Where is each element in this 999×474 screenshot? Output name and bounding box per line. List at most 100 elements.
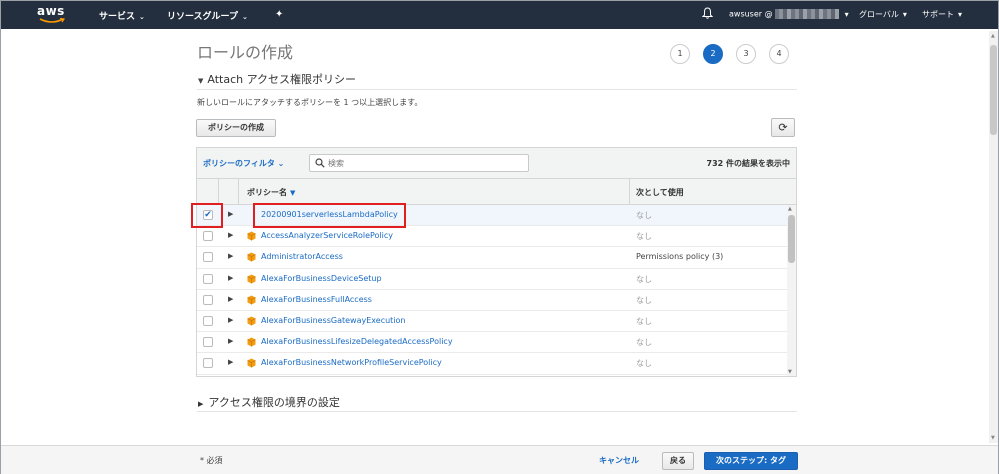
expand-row-icon[interactable]: ▶ bbox=[228, 210, 233, 218]
row-checkbox[interactable] bbox=[203, 315, 213, 326]
column-header-used-as[interactable]: 次として使用 bbox=[636, 187, 684, 198]
top-nav-bar: aws サービス ⌄ リソースグループ ⌄ ✦ awsuser @ ▾ グローバル ▾ … bbox=[1, 1, 998, 29]
back-button[interactable]: 戻る bbox=[662, 452, 694, 470]
expand-row-icon[interactable]: ▶ bbox=[228, 295, 233, 303]
chevron-down-icon: ⌄ bbox=[139, 13, 145, 21]
pin-icon[interactable]: ✦ bbox=[275, 9, 283, 20]
refresh-button[interactable]: ⟳ bbox=[771, 118, 795, 137]
table-row[interactable]: ▶ AccessAnalyzerServiceRolePolicy なし bbox=[197, 226, 787, 248]
column-label: ポリシー名 bbox=[247, 188, 287, 197]
scroll-thumb[interactable] bbox=[788, 215, 795, 263]
aws-managed-policy-icon bbox=[247, 274, 256, 284]
create-policy-button[interactable]: ポリシーの作成 bbox=[196, 119, 276, 137]
table-scrollbar[interactable]: ▲ ▼ bbox=[787, 205, 796, 376]
policy-table: ポリシーのフィルタ ⌄ 732 件の結果を表示中 ポリシー名▼ 次として使用 ✔… bbox=[196, 147, 797, 377]
permissions-boundary-section[interactable]: ▶ アクセス権限の境界の設定 bbox=[198, 394, 340, 410]
table-toolbar: ポリシーのフィルタ ⌄ 732 件の結果を表示中 bbox=[197, 148, 796, 179]
expand-row-icon[interactable]: ▶ bbox=[228, 252, 233, 260]
table-row[interactable]: ▶ AlexaForBusinessLifesizeDelegatedAccess… bbox=[197, 332, 787, 354]
chevron-down-icon: ⌄ bbox=[242, 13, 248, 21]
scroll-thumb[interactable] bbox=[990, 45, 997, 135]
column-header-policy-name[interactable]: ポリシー名 ▼ bbox=[247, 187, 295, 198]
step-3[interactable]: 3 bbox=[736, 44, 756, 64]
expand-row-icon[interactable]: ▶ bbox=[228, 337, 233, 345]
policy-usage: なし bbox=[636, 211, 652, 220]
chevron-down-icon: ⌄ bbox=[277, 159, 285, 168]
caret-right-icon: ▶ bbox=[198, 400, 204, 408]
section-title: Attach アクセス権限ポリシー bbox=[207, 73, 357, 86]
next-step-tags-button[interactable]: 次のステップ: タグ bbox=[704, 452, 798, 470]
aws-managed-policy-icon bbox=[247, 316, 256, 326]
policy-usage: なし bbox=[636, 359, 652, 369]
account-menu[interactable]: awsuser @ ▾ bbox=[729, 9, 849, 19]
highlight-policy-name bbox=[253, 203, 406, 228]
table-row[interactable]: ▶ AlexaForBusinessFullAccess なし bbox=[197, 289, 787, 311]
search-box[interactable] bbox=[309, 154, 529, 172]
table-row[interactable]: ▶ AlexaForBusinessNetworkProfileServicePo… bbox=[197, 353, 787, 375]
scroll-down-icon[interactable]: ▼ bbox=[788, 369, 792, 375]
table-row[interactable]: ▶ AlexaForBusinessGatewayExecution なし bbox=[197, 310, 787, 333]
bell-icon[interactable] bbox=[701, 7, 714, 22]
resource-groups-menu[interactable]: リソースグループ ⌄ bbox=[167, 9, 248, 22]
services-menu[interactable]: サービス ⌄ bbox=[99, 9, 145, 22]
divider bbox=[197, 411, 797, 412]
aws-managed-policy-icon bbox=[247, 231, 256, 241]
table-body: ✔ ▶ 20200901serverlessLambdaPolicy なし ▶ Acces… bbox=[197, 205, 787, 376]
required-note: * 必須 bbox=[200, 456, 223, 465]
policy-usage: なし bbox=[636, 338, 652, 348]
aws-logo[interactable]: aws bbox=[37, 4, 67, 26]
column-divider bbox=[629, 179, 630, 205]
header-select-cell bbox=[197, 179, 219, 205]
policy-name-link[interactable]: AlexaForBusinessNetworkProfileServicePol… bbox=[261, 358, 442, 367]
page-scrollbar[interactable]: ▲ ▼ bbox=[989, 31, 998, 443]
table-row[interactable]: ▶ AlexaForBusinessDeviceSetup なし bbox=[197, 268, 787, 290]
aws-managed-policy-icon bbox=[247, 295, 256, 305]
row-checkbox[interactable] bbox=[203, 337, 213, 348]
policy-usage: なし bbox=[636, 232, 652, 242]
step-4[interactable]: 4 bbox=[769, 44, 789, 64]
scroll-down-icon[interactable]: ▼ bbox=[991, 435, 995, 441]
table-row[interactable]: ▶ AdministratorAccess Permissions policy (… bbox=[197, 247, 787, 269]
attach-policy-section-header[interactable]: ▼ Attach アクセス権限ポリシー bbox=[198, 71, 356, 87]
policy-filter-dropdown[interactable]: ポリシーのフィルタ ⌄ bbox=[203, 158, 284, 169]
policy-usage: なし bbox=[636, 316, 652, 326]
policy-name-link[interactable]: AlexaForBusinessFullAccess bbox=[261, 295, 372, 304]
policy-name-link[interactable]: AlexaForBusinessDeviceSetup bbox=[261, 274, 382, 283]
support-label: サポート bbox=[922, 10, 954, 19]
scroll-up-icon[interactable]: ▲ bbox=[788, 206, 792, 212]
policy-name-link[interactable]: AlexaForBusinessLifesizeDelegatedAccessP… bbox=[261, 337, 453, 346]
policy-name-link[interactable]: AccessAnalyzerServiceRolePolicy bbox=[261, 231, 393, 240]
scroll-up-icon[interactable]: ▲ bbox=[991, 33, 995, 39]
account-username: awsuser @ bbox=[729, 9, 773, 19]
row-checkbox[interactable] bbox=[203, 273, 213, 284]
highlight-checkbox bbox=[191, 203, 223, 228]
expand-row-icon[interactable]: ▶ bbox=[228, 316, 233, 324]
region-menu[interactable]: グローバル ▾ bbox=[859, 9, 907, 20]
cancel-link[interactable]: キャンセル bbox=[599, 455, 639, 466]
search-input[interactable] bbox=[328, 157, 523, 169]
row-checkbox[interactable] bbox=[203, 294, 213, 305]
expand-row-icon[interactable]: ▶ bbox=[228, 274, 233, 282]
caret-down-icon: ▼ bbox=[198, 77, 204, 85]
refresh-icon: ⟳ bbox=[778, 121, 788, 134]
policy-usage: Permissions policy (3) bbox=[636, 252, 724, 262]
row-checkbox[interactable] bbox=[203, 358, 213, 369]
resource-groups-label: リソースグループ bbox=[167, 12, 239, 22]
expand-row-icon[interactable]: ▶ bbox=[228, 231, 233, 239]
support-menu[interactable]: サポート ▾ bbox=[922, 9, 962, 20]
policy-usage: なし bbox=[636, 274, 652, 284]
chevron-down-icon: ▾ bbox=[958, 10, 963, 19]
policy-name-link[interactable]: AlexaForBusinessGatewayExecution bbox=[261, 316, 406, 325]
expand-row-icon[interactable]: ▶ bbox=[228, 358, 233, 366]
header-expand-cell bbox=[219, 179, 239, 205]
divider bbox=[197, 89, 797, 90]
aws-managed-policy-icon bbox=[247, 252, 256, 262]
step-1[interactable]: 1 bbox=[670, 44, 690, 64]
result-count: 732 件の結果を表示中 bbox=[706, 159, 790, 168]
row-checkbox[interactable] bbox=[203, 252, 213, 263]
page-title: ロールの作成 bbox=[197, 43, 294, 62]
filter-label: ポリシーのフィルタ bbox=[203, 159, 275, 168]
search-icon bbox=[315, 158, 325, 168]
row-checkbox[interactable] bbox=[203, 231, 213, 242]
policy-name-link[interactable]: AdministratorAccess bbox=[261, 252, 343, 261]
